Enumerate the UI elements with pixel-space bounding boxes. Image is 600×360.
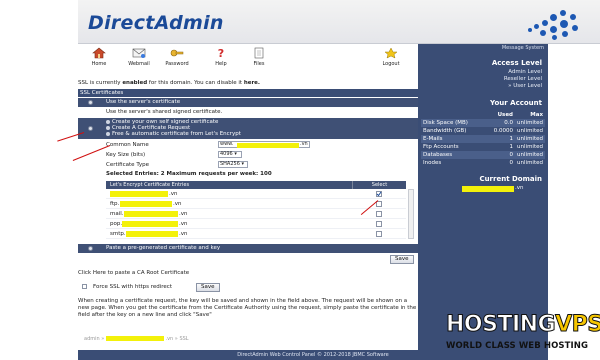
le-row: ftp. .vn [106,199,406,209]
le-row: .vn [106,189,406,199]
files-icon [254,47,264,59]
opt-server-cert[interactable]: Use the server's certificate [78,98,418,107]
toolbar-password[interactable]: Password [162,47,192,67]
toolbar-label: Logout [382,61,400,67]
save-button[interactable]: Save [390,255,414,264]
watermark-tagline: WORLD CLASS WEB HOSTING [446,341,589,351]
toolbar-label: Files [253,61,265,67]
key-size-row: Key Size (bits) 4096 ▾ [106,151,418,159]
stats-row: Ftp Accounts 1 unlimited [423,144,543,150]
current-domain-tld: .vn [515,185,524,191]
admin-level-link[interactable]: Admin Level [508,69,542,75]
le-checkbox-checked[interactable] [376,191,382,197]
radio-server-cert[interactable] [88,100,93,105]
force-ssl-row: Force SSL with https redirect [82,284,282,291]
le-row: smtp. .vn [106,229,406,239]
current-domain-redaction[interactable] [462,186,514,192]
key-size-select[interactable]: 4096 ▾ [218,151,242,158]
toolbar-label: Webmail [128,61,150,67]
webmail-icon [132,48,146,58]
ssl-status-note: SSL is currently enabled for this domain… [78,80,260,86]
toolbar-files[interactable]: Files [244,47,274,67]
sidebar: Message System Access Level Admin Level … [418,44,548,350]
page: DirectAdmin Home Webmail Password ? Help… [0,0,600,360]
entries-summary: Selected Entries: 2 Maximum requests per… [106,171,272,177]
opt-shared-cert[interactable]: Use the server's shared signed certifica… [78,108,418,117]
le-checkbox[interactable] [376,221,382,227]
stats-row: Inodes 0 unlimited [423,160,543,166]
common-name-field[interactable]: www. .vn [218,141,310,148]
current-domain-title: Current Domain [479,175,542,183]
force-ssl-save-button[interactable]: Save [196,283,220,292]
account-stats-table: Used Max Disk Space (MB) 0.0 unlimited Ban… [421,111,545,167]
home-icon [92,47,106,59]
logo-dots-icon [520,6,580,40]
radio-paste-cert[interactable] [88,246,93,251]
ca-root-link[interactable]: Click Here to paste a CA Root Certificat… [78,270,418,277]
stats-row: E-Mails 1 unlimited [421,135,545,143]
le-checkbox[interactable] [376,211,382,217]
le-entries-table: Let's Encrypt Certificate Entries Select… [106,181,406,239]
opt-paste-cert[interactable]: Paste a pre-generated certificate and ke… [78,244,418,253]
le-row: pop. .vn [106,219,406,229]
radio-create-group[interactable] [88,126,93,131]
reseller-level-link[interactable]: Reseller Level [504,76,542,82]
directadmin-logo[interactable]: DirectAdmin [88,12,224,34]
common-name-row: Common Name www. .vn [106,141,418,149]
key-icon [170,49,184,57]
user-level-link[interactable]: » User Level [508,83,542,89]
annotation-arrow [72,145,111,161]
cert-type-row: Certificate Type SHA256 ▾ [106,161,418,169]
svg-text:?: ? [218,47,224,59]
your-account-title: Your Account [490,99,542,107]
logout-icon [384,47,398,59]
help-icon: ? [218,47,224,59]
stats-row: Disk Space (MB) 0.0 unlimited [421,119,545,127]
toolbar-label: Home [91,61,107,67]
opt-free-le[interactable]: Free & automatic certificate from Let's … [106,131,241,137]
opt-create-group[interactable]: Create your own self signed certificate … [78,118,418,139]
cert-type-select[interactable]: SHA256 ▾ [218,161,248,168]
request-info-text: When creating a certificate request, the… [78,298,417,318]
ssl-section-header: SSL Certificates [78,89,418,97]
stats-row: Databases 0 unlimited [421,151,545,159]
toolbar-label: Password [165,61,189,67]
hostingvps-watermark: HOSTINGVPS WORLD CLASS WEB HOSTING [445,312,600,360]
toolbar-help[interactable]: ? Help [206,47,236,67]
stats-header-row: Used Max [497,112,543,118]
toolbar: Home Webmail Password ? Help Files Logou… [78,44,418,72]
disable-ssl-link[interactable]: here. [244,80,260,86]
toolbar-webmail[interactable]: Webmail [124,47,154,67]
stats-row: Bandwidth (GB) 0.0000 unlimited [423,128,543,134]
message-system-link[interactable]: Message System [502,45,544,51]
breadcrumb: admin » .vn » SSL [84,336,189,342]
access-level-title: Access Level [491,59,542,67]
force-ssl-checkbox[interactable] [82,284,87,289]
watermark-logo: HOSTINGVPS [445,312,600,338]
le-table-header: Let's Encrypt Certificate Entries Select [106,181,406,189]
toolbar-logout[interactable]: Logout [376,47,406,67]
header: DirectAdmin [78,0,600,44]
toolbar-home[interactable]: Home [84,47,114,67]
le-table-scrollbar[interactable] [408,189,414,239]
le-checkbox[interactable] [376,231,382,237]
toolbar-label: Help [215,61,227,67]
